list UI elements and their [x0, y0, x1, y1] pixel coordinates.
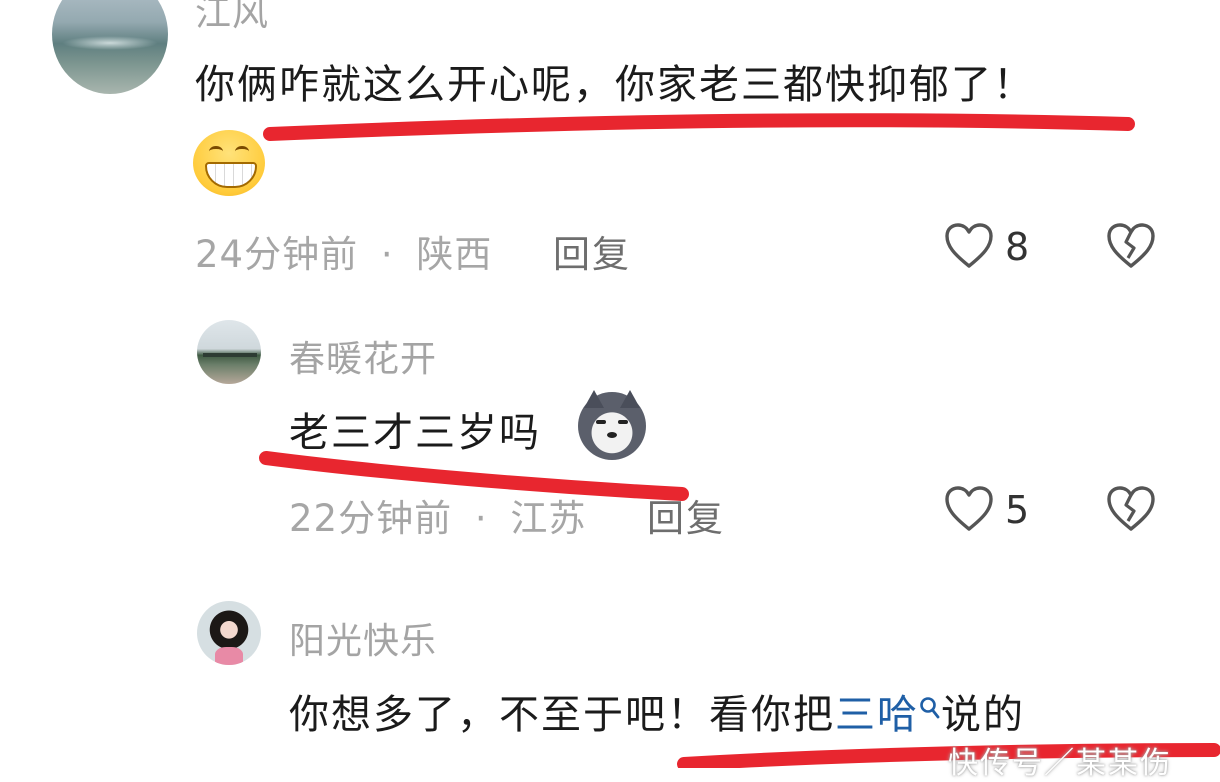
heart-outline-icon[interactable] — [944, 485, 994, 533]
like-count: 8 — [1005, 225, 1030, 269]
location: 江苏 — [510, 497, 587, 540]
broken-heart-icon[interactable] — [1106, 222, 1156, 270]
broken-heart-icon[interactable] — [1106, 485, 1156, 533]
separator-dot: · — [474, 497, 488, 540]
username[interactable]: 江风 — [195, 0, 269, 36]
avatar[interactable] — [197, 601, 261, 665]
avatar[interactable] — [197, 320, 261, 384]
timestamp: 22分钟前 — [289, 497, 453, 540]
reply-button[interactable]: 回复 — [553, 224, 631, 278]
heart-outline-icon[interactable] — [944, 222, 994, 270]
red-underline — [263, 113, 1135, 141]
comment-meta: 24分钟前 · 陕西 — [195, 224, 492, 278]
comment-text-part: 你想多了，不至于吧！看你把 — [289, 692, 835, 738]
watermark: 快传号／某某伤 — [948, 746, 1172, 781]
grinning-face-emoji — [193, 130, 265, 196]
comment-text: 你俩咋就这么开心呢，你家老三都快抑郁了！ — [195, 62, 1035, 108]
separator-dot: · — [380, 233, 394, 276]
username[interactable]: 春暖花开 — [289, 330, 437, 382]
location: 陕西 — [416, 233, 493, 276]
timestamp: 24分钟前 — [195, 233, 359, 276]
comment-text: 你想多了，不至于吧！看你把三哈 说的 — [289, 682, 1025, 740]
reply-button[interactable]: 回复 — [647, 488, 725, 542]
search-link[interactable]: 三哈 — [835, 692, 919, 738]
comment-text-part: 说的 — [941, 692, 1025, 738]
avatar[interactable] — [52, 0, 168, 94]
doge-emoji — [578, 390, 646, 460]
username[interactable]: 阳光快乐 — [289, 612, 437, 664]
comment-meta: 22分钟前 · 江苏 — [289, 488, 586, 542]
like-count: 5 — [1005, 488, 1030, 532]
search-icon[interactable] — [919, 686, 941, 732]
comment-text: 老三才三岁吗 — [289, 410, 541, 456]
